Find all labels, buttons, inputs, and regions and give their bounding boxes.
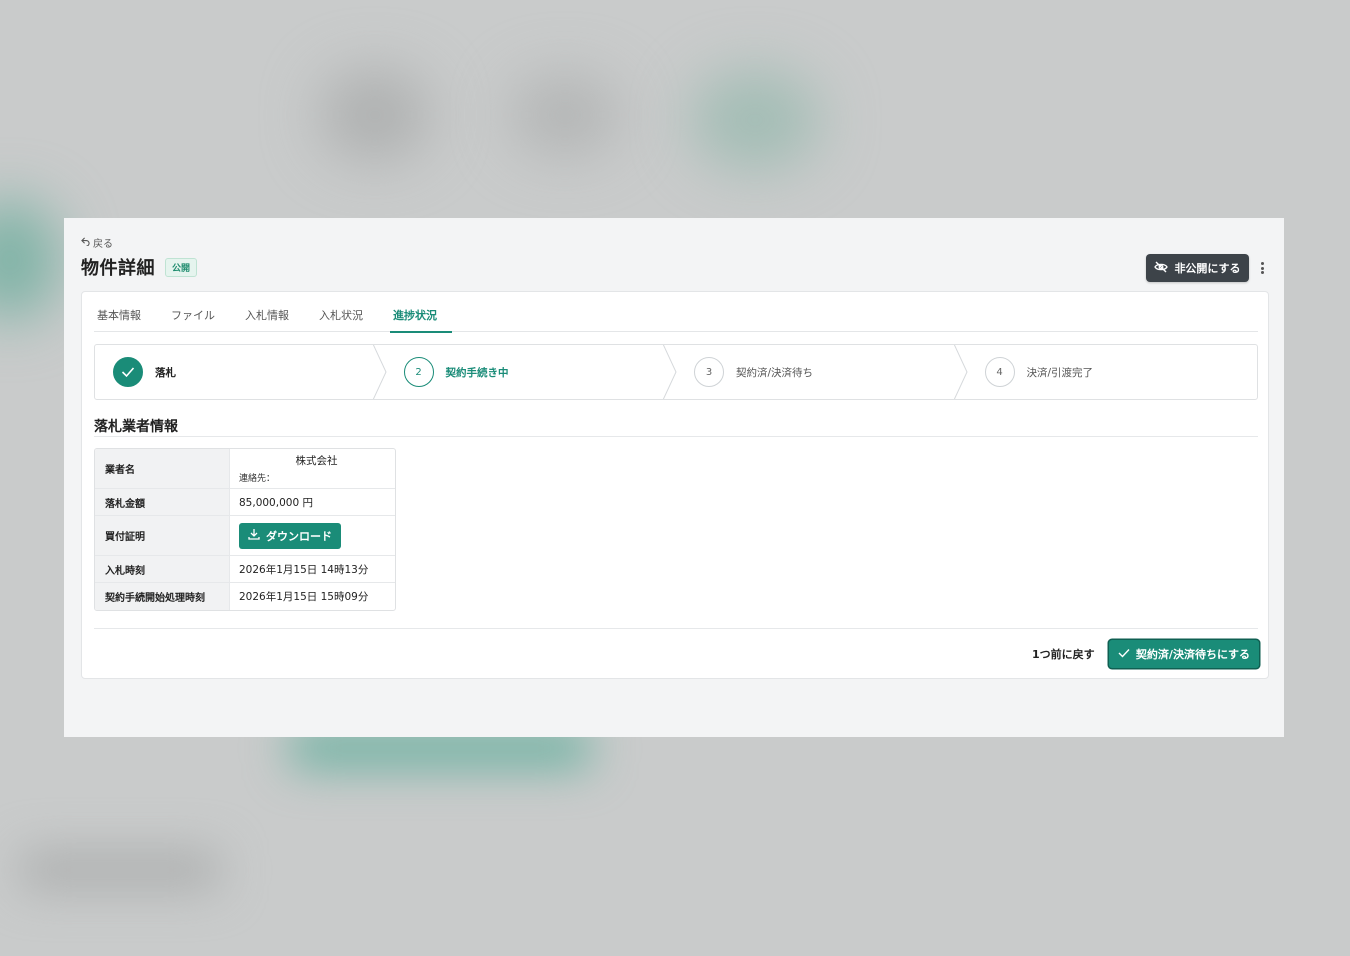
download-icon (248, 528, 260, 543)
amount-label: 落札金額 (95, 489, 230, 515)
company-label: 業者名 (95, 449, 230, 488)
hide-button[interactable]: 非公開にする (1146, 254, 1249, 282)
table-row: 落札金額 85,000,000 円 (95, 489, 395, 516)
certificate-value: ダウンロード (230, 516, 395, 555)
tab-bar: 基本情報 ファイル 入札情報 入札状況 進捗状況 (94, 306, 1258, 333)
step-contract-in-progress: 2 契約手続き中 (386, 345, 677, 399)
back-link-label: 戻る (93, 239, 113, 250)
property-detail-panel: 戻る 物件詳細 公開 非公開にする 基本情報 ファイル 入札情報 入札状況 進捗… (64, 218, 1284, 737)
hide-button-label: 非公開にする (1174, 262, 1241, 275)
background-blur (0, 200, 60, 320)
background-blur (20, 850, 220, 890)
bid-time-label: 入札時刻 (95, 556, 230, 582)
company-value: 株式会社 連絡先： (230, 449, 395, 488)
download-button[interactable]: ダウンロード (239, 522, 341, 549)
table-row: 業者名 株式会社 連絡先： (95, 449, 395, 489)
page-title: 物件詳細 (81, 258, 155, 279)
step-contracted-awaiting-payment: 3 契約済/決済待ち (676, 345, 968, 399)
amount-value: 85,000,000 円 (239, 496, 313, 509)
step-label: 契約済/決済待ち (736, 366, 814, 379)
company-name: 株式会社 (295, 455, 338, 467)
step-awarded: 落札 (95, 345, 387, 399)
revert-step-button[interactable]: 1つ前に戻す (1026, 642, 1101, 668)
tab-bid-info[interactable]: 入札情報 (242, 306, 304, 332)
certificate-label: 買付証明 (95, 516, 230, 555)
step-number: 2 (403, 357, 434, 387)
status-badge: 公開 (165, 258, 198, 277)
tab-files[interactable]: ファイル (168, 306, 230, 332)
background-blur (690, 70, 820, 170)
divider (94, 628, 1258, 629)
back-arrow-icon (81, 237, 90, 249)
table-row: 入札時刻 2026年1月15日 14時13分 (95, 556, 395, 583)
step-label: 落札 (155, 366, 176, 379)
contract-time-value: 2026年1月15日 15時09分 (239, 591, 369, 603)
more-options-icon[interactable] (1257, 259, 1267, 277)
step-number: 3 (694, 357, 724, 387)
step-number: 4 (984, 357, 1015, 387)
step-label: 決済/引渡完了 (1026, 366, 1094, 379)
company-contact: 連絡先： (239, 474, 276, 484)
eye-off-icon (1154, 261, 1169, 276)
background-blur (320, 70, 430, 160)
tab-progress[interactable]: 進捗状況 (390, 306, 452, 333)
tab-basic-info[interactable]: 基本情報 (94, 306, 156, 332)
step-label: 契約手続き中 (445, 366, 509, 379)
table-row: 契約手続開始処理時刻 2026年1月15日 15時09分 (95, 583, 395, 610)
bid-time-value: 2026年1月15日 14時13分 (239, 563, 369, 576)
check-icon (1118, 648, 1130, 661)
download-button-label: ダウンロード (266, 529, 332, 543)
back-link[interactable]: 戻る (81, 235, 113, 250)
progress-stepper: 落札 2 契約手続き中 3 契約済/決済待ち 4 決済/引渡完了 (94, 344, 1258, 400)
winner-info-table: 業者名 株式会社 連絡先： 落札金額 85,000,000 円 買付証明 ダウン… (94, 448, 396, 611)
divider (94, 436, 1258, 437)
content-card: 基本情報 ファイル 入札情報 入札状況 進捗状況 落札 2 契約手続き中 3 契… (81, 291, 1269, 679)
section-title: 落札業者情報 (94, 419, 178, 435)
advance-step-button[interactable]: 契約済/決済待ちにする (1109, 640, 1259, 668)
advance-button-label: 契約済/決済待ちにする (1135, 648, 1251, 661)
step-payment-complete: 4 決済/引渡完了 (967, 345, 1258, 399)
contract-time-label: 契約手続開始処理時刻 (95, 583, 230, 610)
table-row: 買付証明 ダウンロード (95, 516, 395, 556)
tab-bid-status[interactable]: 入札状況 (316, 306, 378, 332)
background-blur (510, 75, 620, 155)
check-icon (113, 357, 143, 387)
